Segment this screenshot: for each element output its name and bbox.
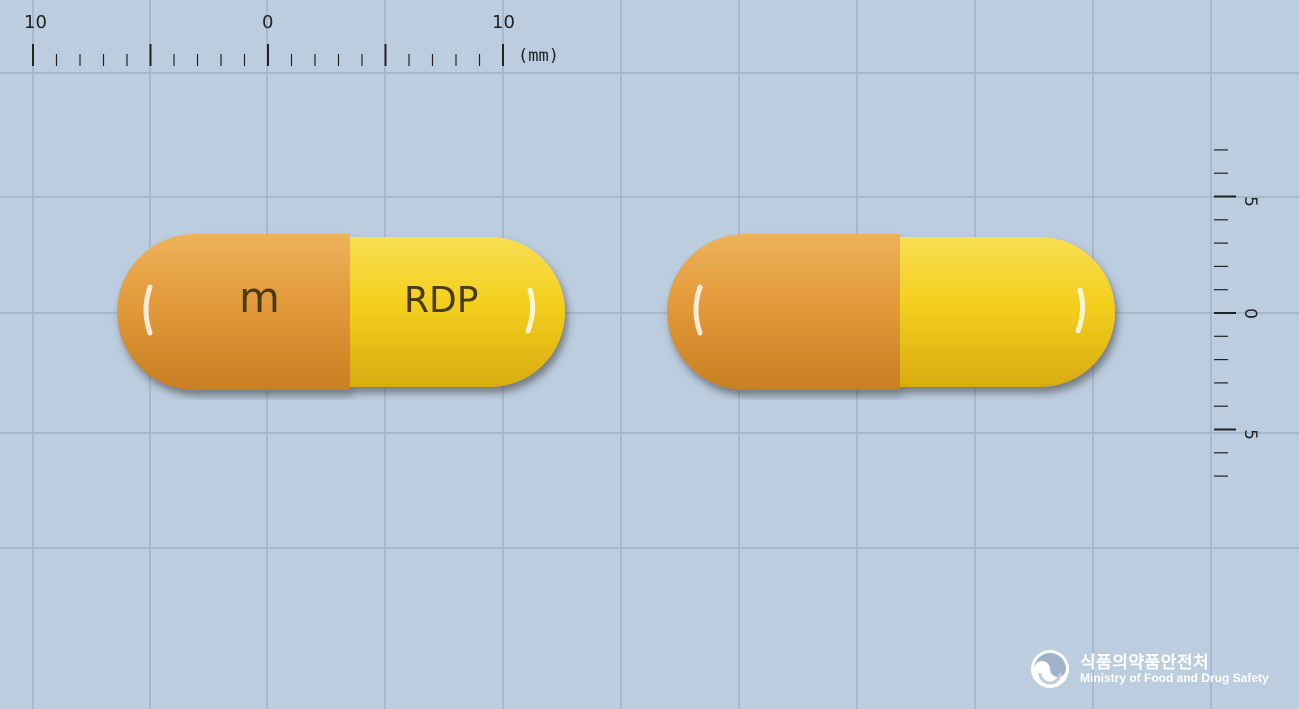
side-ruler bbox=[1214, 149, 1236, 477]
ministry-emblem-icon bbox=[1031, 650, 1069, 688]
capsule-back bbox=[667, 234, 1115, 390]
top-ruler-unit: (mm) bbox=[518, 46, 559, 66]
top-ruler-label-zero: 0 bbox=[262, 12, 274, 33]
top-ruler-label-left: 10 bbox=[24, 12, 47, 33]
capsule-back-cap bbox=[667, 234, 900, 390]
pill-photo: 10 0 10 (mm) 5 0 5 m RDP 식품의약품안전처 Minist… bbox=[0, 0, 1299, 709]
side-ruler-label-top: 5 bbox=[1239, 196, 1260, 207]
capsule-front-cap-imprint: m bbox=[239, 273, 280, 322]
side-ruler-label-bottom: 5 bbox=[1239, 429, 1260, 440]
capsule-front bbox=[117, 234, 565, 390]
ministry-name-korean: 식품의약품안전처 bbox=[1080, 653, 1210, 673]
top-ruler bbox=[32, 44, 504, 66]
top-ruler-label-right: 10 bbox=[492, 12, 515, 33]
ministry-logo: 식품의약품안전처 Ministry of Food and Drug Safet… bbox=[1030, 648, 1270, 690]
ministry-name-english: Ministry of Food and Drug Safety bbox=[1080, 671, 1269, 685]
capsule-front-cap bbox=[117, 234, 350, 390]
capsule-front-body-imprint: RDP bbox=[404, 280, 479, 321]
side-ruler-label-zero: 0 bbox=[1239, 308, 1260, 319]
